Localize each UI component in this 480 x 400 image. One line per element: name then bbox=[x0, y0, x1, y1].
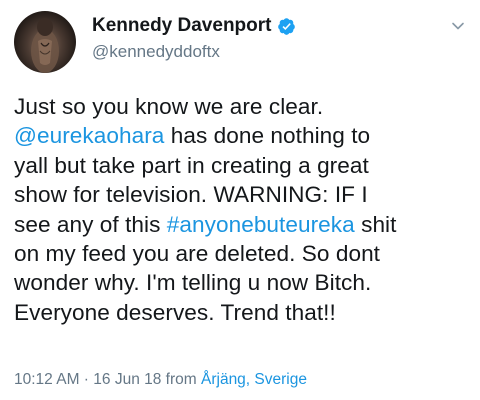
tweet-location-link[interactable]: Årjäng, Sverige bbox=[201, 371, 307, 388]
tweet-text-line: yall but take part in creating a great bbox=[14, 151, 470, 180]
tweet-text-line: Everyone deserves. Trend that!! bbox=[14, 298, 470, 327]
from-label: from bbox=[161, 371, 201, 388]
tweet-text-line: show for television. WARNING: IF I bbox=[14, 180, 470, 209]
tweet-text-line: Just so you know we are clear. bbox=[14, 92, 470, 121]
tweet-text-segment: wonder why. I'm telling u now Bitch. bbox=[14, 270, 372, 296]
tweet-text-line: @eurekaohara has done nothing to bbox=[14, 121, 470, 150]
mention-link[interactable]: @eurekaohara bbox=[14, 123, 164, 148]
tweet-text-segment: has done nothing to bbox=[164, 123, 371, 149]
chevron-down-icon[interactable] bbox=[450, 18, 466, 34]
tweet-header: Kennedy Davenport @kennedyddoftx bbox=[92, 14, 296, 62]
tweet-text-line: see any of this #anyonebuteureka shit bbox=[14, 210, 470, 239]
tweet-card: Kennedy Davenport @kennedyddoftx Just so… bbox=[0, 0, 480, 400]
name-row: Kennedy Davenport bbox=[92, 14, 296, 38]
avatar-photo bbox=[31, 18, 59, 73]
tweet-date[interactable]: 16 Jun 18 bbox=[93, 371, 161, 388]
tweet-text-line: wonder why. I'm telling u now Bitch. bbox=[14, 268, 470, 297]
tweet-time[interactable]: 10:12 AM bbox=[14, 371, 80, 388]
verified-badge-icon bbox=[277, 17, 296, 36]
display-name[interactable]: Kennedy Davenport bbox=[92, 15, 271, 37]
tweet-text-segment: Everyone deserves. Trend that!! bbox=[14, 299, 336, 325]
tweet-text-segment: show for television. WARNING: IF I bbox=[14, 182, 368, 208]
tweet-text-segment: on my feed you are deleted. So dont bbox=[14, 241, 381, 267]
tweet-text-segment: Just so you know we are clear. bbox=[14, 94, 324, 119]
tweet-text-segment: yall but take part in creating a great bbox=[14, 152, 369, 178]
avatar[interactable] bbox=[14, 11, 76, 73]
tweet-text-segment: shit bbox=[354, 211, 397, 237]
tweet-meta: 10:12 AM · 16 Jun 18 from Årjäng, Sverig… bbox=[14, 371, 307, 389]
tweet-text-segment: see any of this bbox=[14, 211, 167, 237]
meta-separator: · bbox=[79, 371, 94, 388]
tweet-text: Just so you know we are clear. @eurekaoha… bbox=[14, 92, 470, 327]
hashtag-link[interactable]: #anyonebuteureka bbox=[167, 212, 355, 237]
user-handle[interactable]: @kennedyddoftx bbox=[92, 42, 296, 62]
tweet-text-line: on my feed you are deleted. So dont bbox=[14, 239, 470, 268]
